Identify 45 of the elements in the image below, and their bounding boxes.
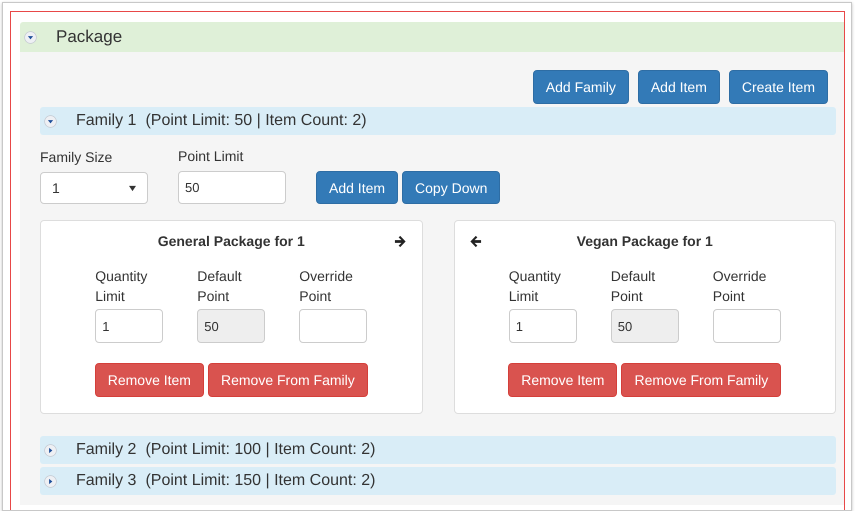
toolbar-button[interactable]: Create Item bbox=[728, 70, 828, 104]
field-label: Override Point bbox=[712, 267, 768, 306]
caret-icon bbox=[128, 184, 137, 192]
input-field[interactable] bbox=[299, 309, 368, 343]
card-title: General Package for 1 bbox=[156, 233, 306, 249]
family-button[interactable]: Add Item bbox=[316, 171, 398, 204]
field-label: Family Size bbox=[40, 149, 114, 165]
family-summary: (Point Limit: 50 | Item Count: 2) bbox=[145, 112, 367, 130]
toolbar-button[interactable]: Add Item bbox=[638, 70, 720, 104]
family-summary: (Point Limit: 100 | Item Count: 2) bbox=[145, 441, 376, 459]
toolbar-button[interactable]: Add Family bbox=[532, 70, 629, 104]
card-title: Vegan Package for 1 bbox=[576, 233, 714, 249]
family-summary: (Point Limit: 150 | Item Count: 2) bbox=[145, 472, 376, 490]
remove-button[interactable]: Remove From Family bbox=[621, 363, 782, 397]
input-field: 50 bbox=[197, 309, 266, 343]
input-field: 50 bbox=[610, 309, 679, 343]
arrow-left-icon[interactable] bbox=[468, 234, 482, 248]
field-label: Quantity Limit bbox=[95, 267, 148, 306]
section-header[interactable]: Package bbox=[20, 22, 844, 52]
family-button[interactable]: Copy Down bbox=[402, 171, 500, 204]
family-header[interactable]: Family 1 (Point Limit: 50 | Item Count: 2) bbox=[40, 107, 836, 135]
collapse-icon[interactable] bbox=[44, 114, 57, 128]
remove-button[interactable]: Remove Item bbox=[94, 363, 204, 397]
family-header[interactable]: Family 3 (Point Limit: 150 | Item Count: 2) bbox=[40, 467, 836, 495]
collapse-icon[interactable] bbox=[24, 30, 37, 44]
field-label: Quantity Limit bbox=[508, 267, 562, 306]
arrow-right-icon[interactable] bbox=[394, 234, 406, 248]
field-label: Override Point bbox=[299, 267, 354, 306]
field-label: Default Point bbox=[197, 267, 243, 306]
input-field[interactable] bbox=[712, 309, 781, 343]
family-title: Family 2 bbox=[76, 441, 136, 459]
expand-icon[interactable] bbox=[44, 474, 57, 488]
point-limit-field[interactable]: 50 bbox=[178, 171, 286, 204]
input-field[interactable]: 1 bbox=[508, 309, 577, 343]
section-title: Package bbox=[56, 27, 122, 47]
field-label: Point Limit bbox=[178, 148, 244, 164]
family-size-select[interactable]: 1 bbox=[40, 172, 148, 204]
family-title: Family 1 bbox=[76, 112, 136, 130]
family-title: Family 3 bbox=[76, 472, 136, 490]
remove-button[interactable]: Remove From Family bbox=[208, 363, 368, 397]
expand-icon[interactable] bbox=[44, 444, 57, 456]
field-label: Default Point bbox=[610, 267, 656, 306]
remove-button[interactable]: Remove Item bbox=[508, 363, 618, 397]
family-header[interactable]: Family 2 (Point Limit: 100 | Item Count: 2) bbox=[40, 436, 836, 464]
input-field[interactable]: 1 bbox=[95, 309, 164, 343]
